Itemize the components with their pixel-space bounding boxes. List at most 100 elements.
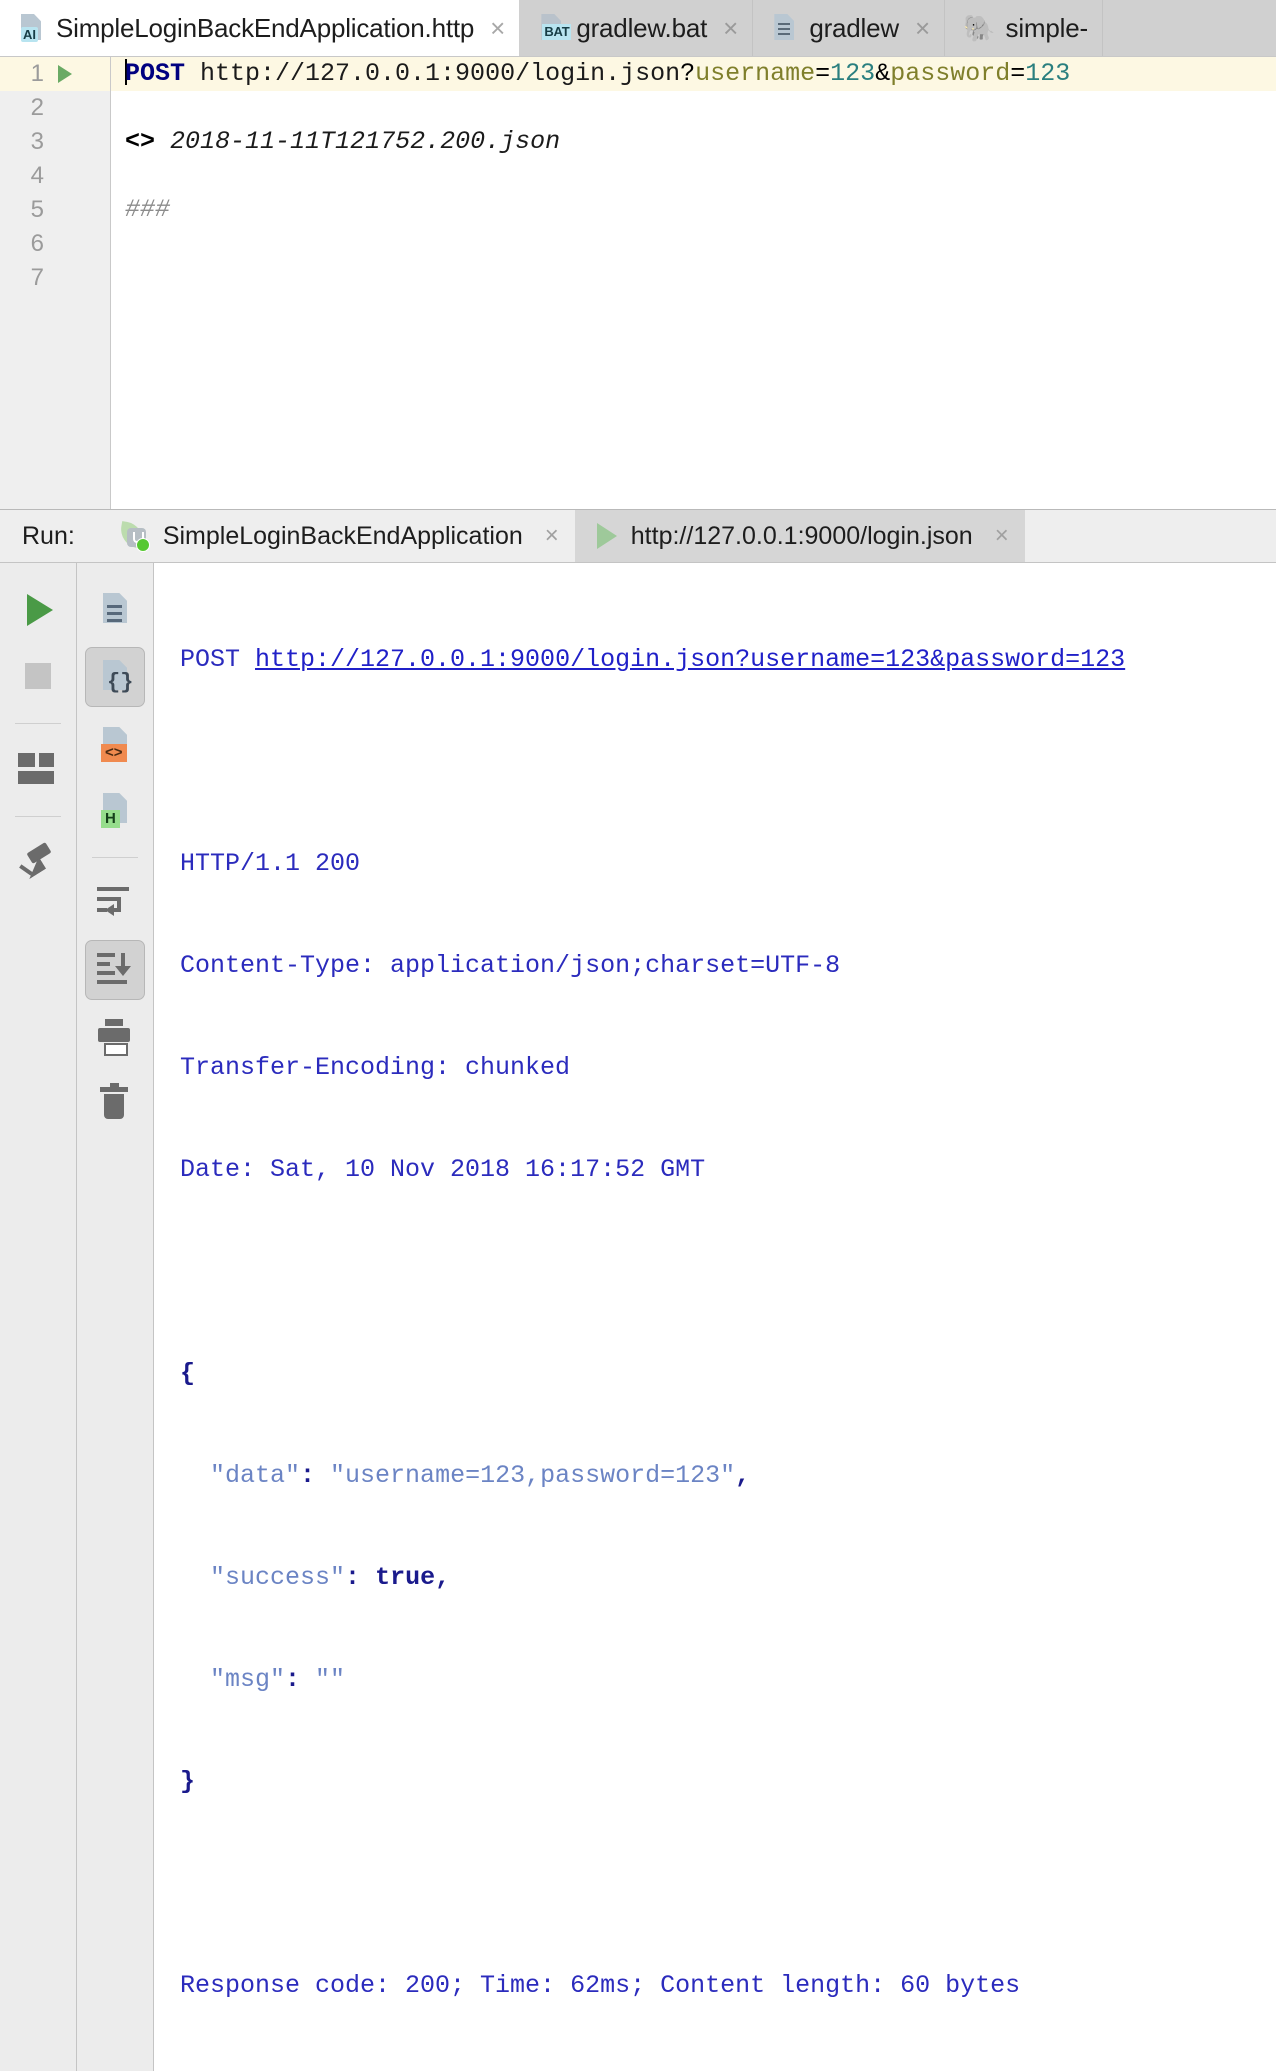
pin-tab-button[interactable] <box>9 833 67 891</box>
clear-all-button[interactable] <box>86 1074 144 1132</box>
editor-tab-bar: AI SimpleLoginBackEndApplication.http × … <box>0 0 1276 56</box>
code-line-7[interactable] <box>111 261 1276 295</box>
editor-tab-simple[interactable]: 🐘 simple- <box>945 0 1103 56</box>
gutter-line-7: 7 <box>0 261 110 295</box>
editor-gutter: 1 2 3 4 5 6 7 <box>0 57 111 509</box>
line-number: 7 <box>30 264 44 291</box>
close-icon[interactable]: × <box>915 15 930 41</box>
code-line-5[interactable]: ### <box>111 193 1276 227</box>
run-tab-label: SimpleLoginBackEndApplication <box>162 521 523 550</box>
console-header-line: Date: Sat, 10 Nov 2018 16:17:52 GMT <box>180 1155 706 1184</box>
run-left-toolbar <box>0 563 77 2071</box>
editor-tab-label: SimpleLoginBackEndApplication.http <box>56 12 475 43</box>
console-url-link[interactable]: http://127.0.0.1:9000/login.json?usernam… <box>255 645 1125 674</box>
line-number: 2 <box>30 94 44 121</box>
close-icon[interactable]: × <box>995 522 1009 550</box>
open-in-html-button[interactable]: <> <box>86 715 144 773</box>
line-number: 3 <box>30 128 44 155</box>
json-colon: : <box>300 1461 331 1490</box>
open-in-json-button[interactable]: {} <box>85 647 145 707</box>
gutter-line-1: 1 <box>0 57 110 91</box>
h-file-icon: H <box>95 790 135 830</box>
run-tab-application[interactable]: SimpleLoginBackEndApplication × <box>96 510 575 562</box>
soft-wrap-icon <box>95 883 135 923</box>
http-file-icon: AI <box>18 13 46 43</box>
json-close-brace: } <box>180 1767 196 1796</box>
bat-file-icon-badge: BAT <box>542 24 572 40</box>
layout-button[interactable] <box>9 740 67 798</box>
run-tool-window-header: Run: SimpleLoginBackEndApplication × htt… <box>0 509 1276 563</box>
print-button[interactable] <box>86 1008 144 1066</box>
run-tool-window: Run: SimpleLoginBackEndApplication × htt… <box>0 509 1276 2071</box>
json-value: "" <box>315 1665 346 1694</box>
text-file-icon <box>771 13 799 43</box>
json-comma: , <box>735 1461 751 1490</box>
ide-window: AI SimpleLoginBackEndApplication.http × … <box>0 0 1276 2071</box>
query-param-name: password <box>890 59 1011 88</box>
run-console-output[interactable]: POST http://127.0.0.1:9000/login.json?us… <box>154 563 1276 2071</box>
scroll-to-end-button[interactable] <box>85 940 145 1000</box>
trash-icon <box>95 1083 135 1123</box>
json-entry: "data": "username=123,password=123", <box>180 1459 1276 1493</box>
run-request-icon[interactable] <box>58 65 72 83</box>
query-equals: = <box>1010 59 1026 88</box>
line-number: 1 <box>30 60 44 87</box>
gutter-line-5: 5 <box>0 193 110 227</box>
json-entry: "success": true, <box>180 1561 1276 1595</box>
query-ampersand: & <box>875 59 891 88</box>
json-value: true <box>375 1563 436 1592</box>
gutter-line-3: 3 <box>0 125 110 159</box>
json-entry: "msg": "" <box>180 1663 1276 1697</box>
editor-text-area[interactable]: POST http://127.0.0.1:9000/login.json?us… <box>111 57 1276 509</box>
json-key: "data" <box>210 1461 301 1490</box>
play-green-icon <box>27 594 53 626</box>
gutter-line-6: 6 <box>0 227 110 261</box>
open-in-text-button[interactable] <box>86 581 144 639</box>
rerun-button[interactable] <box>9 581 67 639</box>
editor-tab-label: simple- <box>1005 12 1089 43</box>
json-file-icon: {} <box>95 657 135 697</box>
run-window-title: Run: <box>22 521 75 550</box>
code-line-4[interactable] <box>111 159 1276 193</box>
stop-square-icon <box>25 663 51 689</box>
close-icon[interactable]: × <box>490 15 505 41</box>
close-icon[interactable]: × <box>545 522 559 550</box>
editor-tab-http[interactable]: AI SimpleLoginBackEndApplication.http × <box>0 0 521 56</box>
run-tool-window-body: {} <> H POST http://127.0.0.1:9000/login… <box>0 563 1276 2071</box>
code-line-6[interactable] <box>111 227 1276 261</box>
console-request-line: POST http://127.0.0.1:9000/login.json?us… <box>180 643 1276 677</box>
editor-tab-gradlew-bat[interactable]: BAT gradlew.bat × <box>520 0 754 56</box>
soft-wrap-button[interactable] <box>86 874 144 932</box>
code-line-1[interactable]: POST http://127.0.0.1:9000/login.json?us… <box>111 57 1276 91</box>
http-file-icon-badge: AI <box>21 27 38 42</box>
console-blank <box>180 1255 1276 1289</box>
console-method: POST <box>180 645 256 674</box>
scroll-to-end-icon <box>95 950 135 990</box>
editor-tab-gradlew[interactable]: gradlew × <box>753 0 946 56</box>
text-file-icon <box>95 590 135 630</box>
code-line-2[interactable] <box>111 91 1276 125</box>
query-param-value: 123 <box>830 59 876 88</box>
stop-button[interactable] <box>9 647 67 705</box>
bat-file-icon: BAT <box>538 13 572 43</box>
query-equals: = <box>815 59 831 88</box>
run-console-toolbar: {} <> H <box>77 563 154 2071</box>
open-in-h-button[interactable]: H <box>86 781 144 839</box>
response-ref-marker: <> <box>125 127 156 156</box>
json-colon: : <box>345 1563 376 1592</box>
json-key: "success" <box>210 1563 346 1592</box>
run-tab-http-request[interactable]: http://127.0.0.1:9000/login.json × <box>574 510 1025 562</box>
code-file-icon: <> <box>95 724 135 764</box>
layout-icon <box>18 749 58 789</box>
console-summary-line: Response code: 200; Time: 62ms; Content … <box>180 1971 1021 2000</box>
code-line-3[interactable]: <> 2018-11-11T121752.200.json <box>111 125 1276 159</box>
query-param-value: 123 <box>1025 59 1071 88</box>
console-status-line: HTTP/1.1 200 <box>180 849 361 878</box>
close-icon[interactable]: × <box>723 15 738 41</box>
json-value: "username=123,password=123" <box>330 1461 736 1490</box>
console-header-line: Content-Type: application/json;charset=U… <box>180 951 841 980</box>
code-file-icon-badge: <> <box>101 744 127 762</box>
console-header-line: Transfer-Encoding: chunked <box>180 1053 571 1082</box>
json-open-brace: { <box>180 1359 196 1388</box>
query-param-name: username <box>695 59 816 88</box>
